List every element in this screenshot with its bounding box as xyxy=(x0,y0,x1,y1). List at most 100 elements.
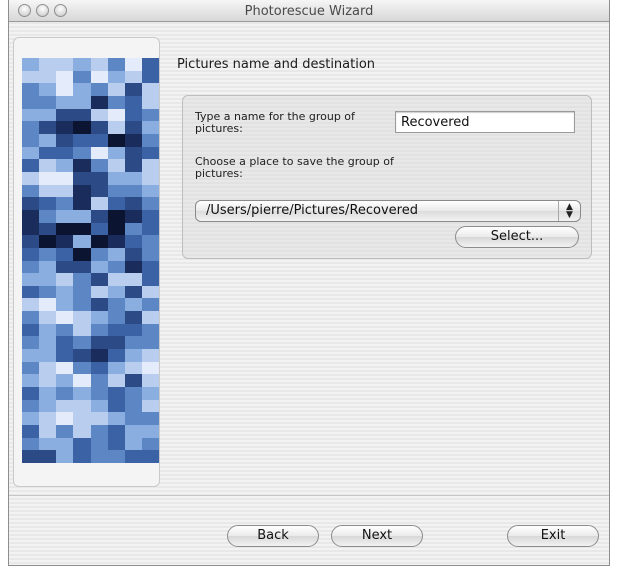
mosaic-tile xyxy=(107,323,125,337)
mosaic-tile xyxy=(90,336,108,350)
mosaic-tile xyxy=(90,412,108,426)
mosaic-tile xyxy=(124,209,142,223)
mosaic-tile xyxy=(107,121,125,134)
mosaic-tile xyxy=(39,121,57,134)
back-button[interactable]: Back xyxy=(227,525,319,547)
mosaic-tile xyxy=(56,159,74,172)
mosaic-tile xyxy=(56,146,74,160)
mosaic-tile xyxy=(107,146,125,160)
mosaic-tile xyxy=(107,311,125,324)
mosaic-tile xyxy=(73,95,91,109)
mosaic-tile xyxy=(56,399,74,413)
mosaic-tile xyxy=(39,437,57,451)
mosaic-tile xyxy=(141,121,159,134)
destination-path: /Users/pierre/Pictures/Recovered xyxy=(206,203,418,218)
mosaic-tile xyxy=(56,83,74,96)
mosaic-tile xyxy=(141,95,159,109)
mosaic-tile xyxy=(141,387,159,400)
mosaic-tile xyxy=(107,133,125,147)
mosaic-tile xyxy=(22,108,40,122)
mosaic-tile xyxy=(39,387,57,400)
mosaic-tile xyxy=(73,184,91,198)
mosaic-tile xyxy=(141,450,159,463)
mosaic-tile xyxy=(39,159,57,172)
mosaic-tile xyxy=(107,349,125,362)
mosaic-tile xyxy=(107,273,125,286)
mosaic-tile xyxy=(56,387,74,400)
mosaic-tile xyxy=(73,412,91,426)
mosaic-tile xyxy=(39,412,57,426)
mosaic-tile xyxy=(73,209,91,223)
mosaic-tile xyxy=(107,450,125,463)
mosaic-tile xyxy=(107,108,125,122)
mosaic-tile xyxy=(141,58,159,71)
mosaic-tile xyxy=(107,247,125,261)
step-heading: Pictures name and destination xyxy=(177,57,376,72)
mosaic-tile xyxy=(107,159,125,172)
mosaic-tile xyxy=(22,311,40,324)
mosaic-tile xyxy=(124,184,142,198)
mosaic-tile xyxy=(73,222,91,236)
exit-button[interactable]: Exit xyxy=(507,525,599,547)
mosaic-tile xyxy=(56,184,74,198)
mosaic-tile xyxy=(124,349,142,362)
mosaic-tile xyxy=(56,412,74,426)
mosaic-tile xyxy=(39,349,57,362)
mosaic-tile xyxy=(124,285,142,299)
mosaic-tile xyxy=(73,311,91,324)
mosaic-tile xyxy=(39,311,57,324)
mosaic-tile xyxy=(22,298,40,312)
next-button[interactable]: Next xyxy=(331,525,423,547)
mosaic-tile xyxy=(22,209,40,223)
mosaic-tile xyxy=(39,58,57,71)
mosaic-tile xyxy=(56,311,74,324)
mosaic-tile xyxy=(73,298,91,312)
mosaic-tile xyxy=(73,133,91,147)
mosaic-tile xyxy=(90,311,108,324)
mosaic-tile xyxy=(39,374,57,388)
mosaic-tile xyxy=(22,450,40,463)
mosaic-tile xyxy=(73,235,91,248)
mosaic-tile xyxy=(90,425,108,438)
mosaic-tile xyxy=(22,83,40,96)
mosaic-tile xyxy=(90,323,108,337)
mosaic-tile xyxy=(56,121,74,134)
mosaic-tile xyxy=(22,121,40,134)
mosaic-tile xyxy=(124,222,142,236)
wizard-window: Photorescue Wizard Pictures name and des… xyxy=(8,0,610,566)
mosaic-tile xyxy=(39,361,57,375)
mosaic-tile xyxy=(107,387,125,400)
mosaic-tile xyxy=(141,209,159,223)
mosaic-tile xyxy=(141,361,159,375)
mosaic-tile xyxy=(39,285,57,299)
mosaic-tile xyxy=(39,450,57,463)
mosaic-tile xyxy=(141,184,159,198)
mosaic-tile xyxy=(56,222,74,236)
mosaic-tile xyxy=(107,412,125,426)
mosaic-tile xyxy=(90,260,108,274)
mosaic-tile xyxy=(124,336,142,350)
mosaic-tile xyxy=(39,171,57,185)
group-name-input[interactable] xyxy=(395,111,575,133)
mosaic-tile xyxy=(22,70,40,84)
mosaic-tile xyxy=(39,336,57,350)
mosaic-tile xyxy=(90,298,108,312)
mosaic-tile xyxy=(124,235,142,248)
mosaic-tile xyxy=(73,171,91,185)
select-folder-button[interactable]: Select... xyxy=(455,226,579,248)
mosaic-tile xyxy=(39,184,57,198)
mosaic-tile xyxy=(124,450,142,463)
mosaic-tile xyxy=(73,273,91,286)
destination-popup[interactable]: /Users/pierre/Pictures/Recovered ▲ ▼ xyxy=(195,200,581,222)
mosaic-tile xyxy=(73,108,91,122)
mosaic-tile xyxy=(39,222,57,236)
mosaic-tile xyxy=(73,58,91,71)
mosaic-tile xyxy=(107,222,125,236)
mosaic-tile xyxy=(39,323,57,337)
mosaic-tile xyxy=(22,323,40,337)
mosaic-tile xyxy=(73,437,91,451)
mosaic-tile xyxy=(124,146,142,160)
mosaic-tile xyxy=(56,171,74,185)
mosaic-tile xyxy=(90,209,108,223)
mosaic-tile xyxy=(39,70,57,84)
